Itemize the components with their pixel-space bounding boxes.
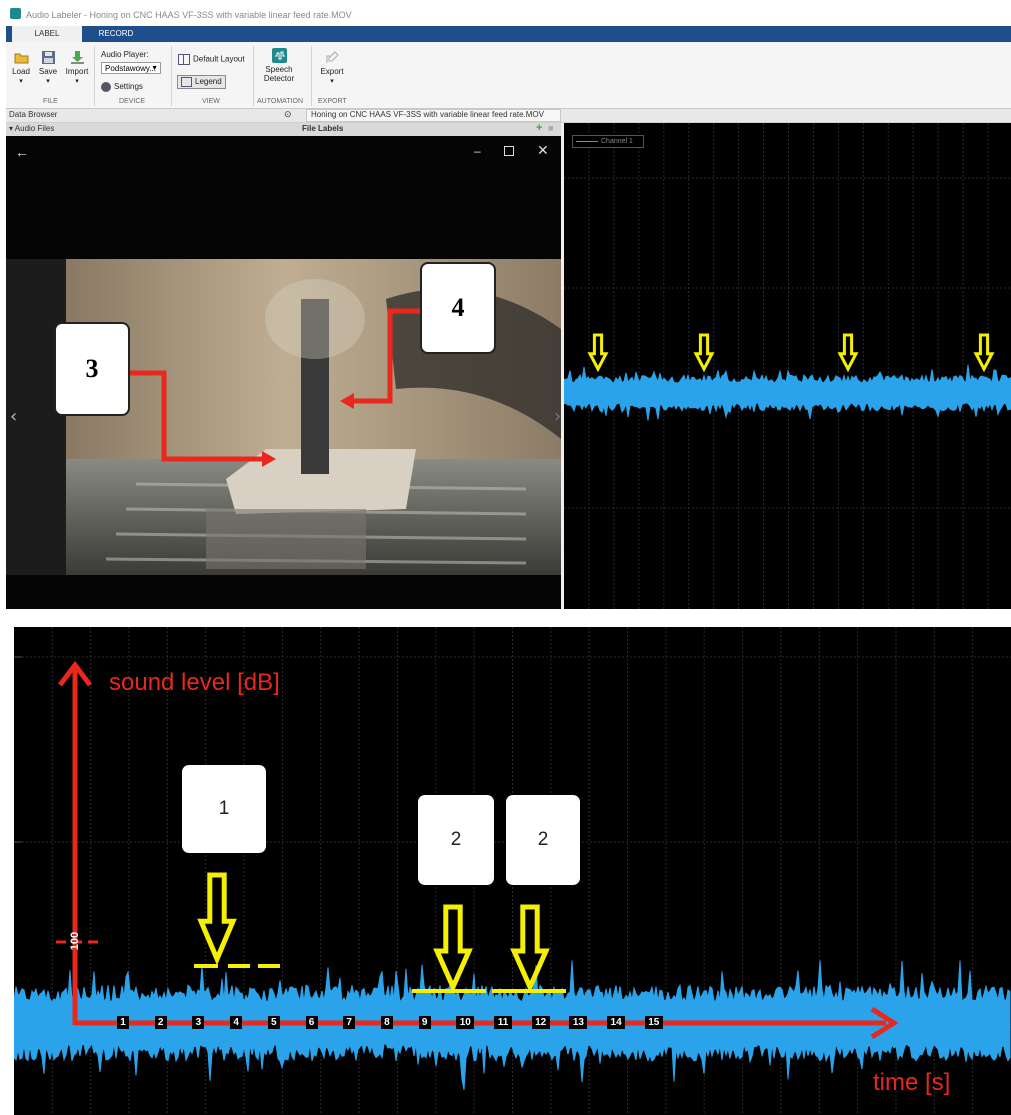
x-tick-label: 11 xyxy=(494,1016,512,1029)
x-tick-label: 4 xyxy=(230,1016,243,1029)
x-tick-label: 15 xyxy=(644,1016,663,1029)
x-tick-label: 13 xyxy=(569,1016,588,1029)
plot-legend: Channel 1 xyxy=(572,135,644,148)
legend-swatch xyxy=(576,140,598,142)
audio-player-select[interactable]: Podstawowy... ▼ xyxy=(101,62,161,74)
settings-label: Settings xyxy=(114,82,143,92)
x-tick-label: 12 xyxy=(531,1016,550,1029)
device-group-label: DEVICE xyxy=(119,98,146,105)
import-button[interactable]: Import ▾ xyxy=(63,50,91,86)
gear-icon xyxy=(101,82,111,92)
arrow-4-head xyxy=(340,393,354,409)
audio-player-value: Podstawowy... xyxy=(105,64,156,73)
waveform-plot-top-canvas xyxy=(564,123,1011,609)
marker-arrow-top xyxy=(973,333,995,373)
ribbon-tab-strip: LABEL RECORD xyxy=(6,26,1011,42)
export-group-label: EXPORT xyxy=(318,98,347,105)
export-label: Export xyxy=(320,67,344,76)
app-icon xyxy=(10,8,21,19)
arrow-3 xyxy=(126,370,264,462)
file-group-label: FILE xyxy=(43,98,58,105)
import-label: Import xyxy=(65,67,89,76)
x-tick-label: 9 xyxy=(418,1016,431,1029)
x-tick-label: 7 xyxy=(343,1016,356,1029)
view-group-label: VIEW xyxy=(202,98,220,105)
waveform-channel-1 xyxy=(564,364,1011,421)
marker-arrow-top xyxy=(587,333,609,373)
audio-labeler-window: Audio Labeler - Honing on CNC HAAS VF-3S… xyxy=(6,0,1011,609)
load-button[interactable]: Load ▾ xyxy=(9,50,33,86)
marker-arrow-2a xyxy=(433,904,473,994)
save-button[interactable]: Save ▾ xyxy=(36,50,60,86)
export-icon xyxy=(326,51,339,63)
floppy-icon xyxy=(41,51,55,64)
layout-grid-icon xyxy=(178,54,190,65)
collapse-icon[interactable]: ⊙ xyxy=(284,109,292,120)
x-tick-label: 8 xyxy=(380,1016,393,1029)
x-tick-label: 5 xyxy=(267,1016,280,1029)
marker-arrow-top xyxy=(693,333,715,373)
ribbon-separator xyxy=(94,46,95,106)
legend-icon xyxy=(181,77,192,87)
ribbon-separator xyxy=(171,46,172,106)
data-browser-title: Data Browser xyxy=(9,110,58,119)
callout-3: 3 xyxy=(54,322,130,416)
legend-label: Legend xyxy=(195,77,222,87)
legend-entry: Channel 1 xyxy=(601,138,633,145)
x-tick-label: 10 xyxy=(456,1016,475,1029)
title-bar: Audio Labeler - Honing on CNC HAAS VF-3S… xyxy=(6,0,1011,26)
legend-toggle[interactable]: Legend xyxy=(177,75,226,89)
ribbon-toolbar: Load ▾ Save ▾ Import ▾ FILE Audio Player: P… xyxy=(6,42,1011,109)
x-tick-label: 6 xyxy=(305,1016,318,1029)
marker-arrow-2b xyxy=(510,904,550,994)
x-tick-label: 14 xyxy=(607,1016,626,1029)
arrow-4 xyxy=(352,308,420,404)
speech-detector-label: Speech Detector xyxy=(263,65,295,83)
annotated-waveform-plot: sound level [dB] time [s] 100 1 2 2 1234… xyxy=(14,627,1011,1115)
arrow-3-head xyxy=(262,451,276,467)
x-tick-label: 1 xyxy=(117,1016,129,1029)
ribbon-separator xyxy=(311,46,312,106)
settings-button[interactable]: Settings xyxy=(101,82,143,92)
marker-arrow-top xyxy=(837,333,859,373)
audio-player-label: Audio Player: xyxy=(101,50,149,59)
tab-record[interactable]: RECORD xyxy=(86,26,146,42)
y-axis-label: sound level [dB] xyxy=(109,669,280,696)
x-tick-label: 2 xyxy=(154,1016,167,1029)
save-label: Save xyxy=(38,67,58,76)
panel-header-bar: Data Browser ⊙ Honing on CNC HAAS VF-3SS… xyxy=(6,109,1011,123)
download-arrow-icon xyxy=(70,51,84,64)
x-axis-label: time [s] xyxy=(873,1069,951,1096)
export-button[interactable]: Export ▾ xyxy=(318,50,346,86)
folder-icon xyxy=(14,53,28,64)
ribbon-separator xyxy=(253,46,254,106)
default-layout-button[interactable]: Default Layout xyxy=(178,54,245,65)
callout-1: 1 xyxy=(182,765,266,853)
callout-2a: 2 xyxy=(418,795,494,885)
automation-group-label: AUTOMATION xyxy=(257,98,304,105)
default-layout-label: Default Layout xyxy=(193,54,245,64)
y-tick-100-label: 100 xyxy=(69,931,81,951)
load-label: Load xyxy=(12,67,30,76)
chevron-down-icon: ▼ xyxy=(151,65,158,72)
x-tick-label: 3 xyxy=(192,1016,205,1029)
callout-4: 4 xyxy=(420,262,496,354)
callout-2b: 2 xyxy=(506,795,580,885)
tab-label[interactable]: LABEL xyxy=(12,26,82,42)
speech-detector-icon xyxy=(271,48,287,63)
window-title: Audio Labeler - Honing on CNC HAAS VF-3S… xyxy=(26,10,352,20)
file-tab[interactable]: Honing on CNC HAAS VF-3SS with variable … xyxy=(311,110,544,119)
speech-detector-button[interactable]: Speech Detector xyxy=(258,48,300,83)
waveform-plot-top: Channel 1 xyxy=(564,123,1011,609)
